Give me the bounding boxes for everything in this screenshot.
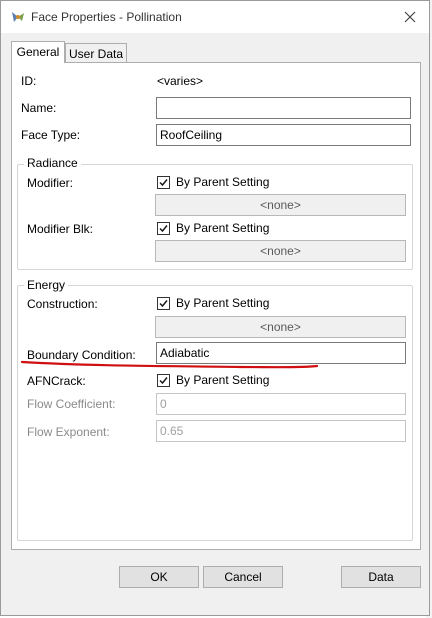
modifier-blk-label: Modifier Blk:: [27, 222, 94, 236]
construction-check-label: By Parent Setting: [176, 296, 270, 310]
modifier-checkbox[interactable]: [157, 176, 170, 189]
tab-general[interactable]: General: [11, 41, 65, 63]
name-field[interactable]: [156, 97, 411, 119]
face-type-field[interactable]: RoofCeiling: [156, 124, 411, 146]
modifier-value-button[interactable]: <none>: [155, 194, 406, 216]
afncrack-label: AFNCrack:: [27, 374, 86, 388]
ok-button[interactable]: OK: [119, 566, 199, 588]
checkmark-icon: [159, 179, 168, 187]
checkmark-icon: [159, 300, 168, 308]
energy-group-title: Energy: [24, 278, 69, 292]
face-type-label: Face Type:: [21, 128, 81, 142]
cancel-button[interactable]: Cancel: [203, 566, 283, 588]
general-panel: ID: <varies> Name: Face Type: RoofCeilin…: [11, 62, 421, 550]
modifier-blk-value-button[interactable]: <none>: [155, 240, 406, 262]
checkmark-icon: [159, 377, 168, 385]
checkmark-icon: [159, 225, 168, 233]
dialog-window: Face Properties - Pollination General Us…: [0, 0, 430, 616]
tab-user-data[interactable]: User Data: [65, 43, 127, 63]
modifier-label: Modifier:: [27, 176, 74, 190]
construction-label: Construction:: [27, 297, 98, 311]
afncrack-check-label: By Parent Setting: [176, 373, 270, 387]
id-value: <varies>: [157, 74, 204, 88]
pollination-icon: [9, 8, 27, 26]
flow-exponent-field[interactable]: 0.65: [156, 420, 406, 442]
close-button[interactable]: [397, 5, 423, 29]
modifier-check-label: By Parent Setting: [176, 175, 270, 189]
flow-exponent-label: Flow Exponent:: [27, 425, 110, 439]
modifier-blk-checkbox[interactable]: [157, 222, 170, 235]
flow-coefficient-field[interactable]: 0: [156, 393, 406, 415]
window-title: Face Properties - Pollination: [31, 10, 182, 24]
title-bar: Face Properties - Pollination: [1, 1, 429, 33]
close-icon: [404, 11, 416, 23]
flow-coefficient-label: Flow Coefficient:: [27, 397, 116, 411]
id-label: ID:: [21, 74, 37, 88]
construction-value-button[interactable]: <none>: [155, 316, 406, 338]
afncrack-checkbox[interactable]: [157, 374, 170, 387]
radiance-group-title: Radiance: [24, 156, 81, 170]
construction-checkbox[interactable]: [157, 297, 170, 310]
modifier-blk-check-label: By Parent Setting: [176, 221, 270, 235]
boundary-condition-field[interactable]: Adiabatic: [156, 342, 406, 364]
name-label: Name:: [21, 101, 57, 115]
boundary-condition-label: Boundary Condition:: [27, 348, 136, 362]
data-button[interactable]: Data: [341, 566, 421, 588]
